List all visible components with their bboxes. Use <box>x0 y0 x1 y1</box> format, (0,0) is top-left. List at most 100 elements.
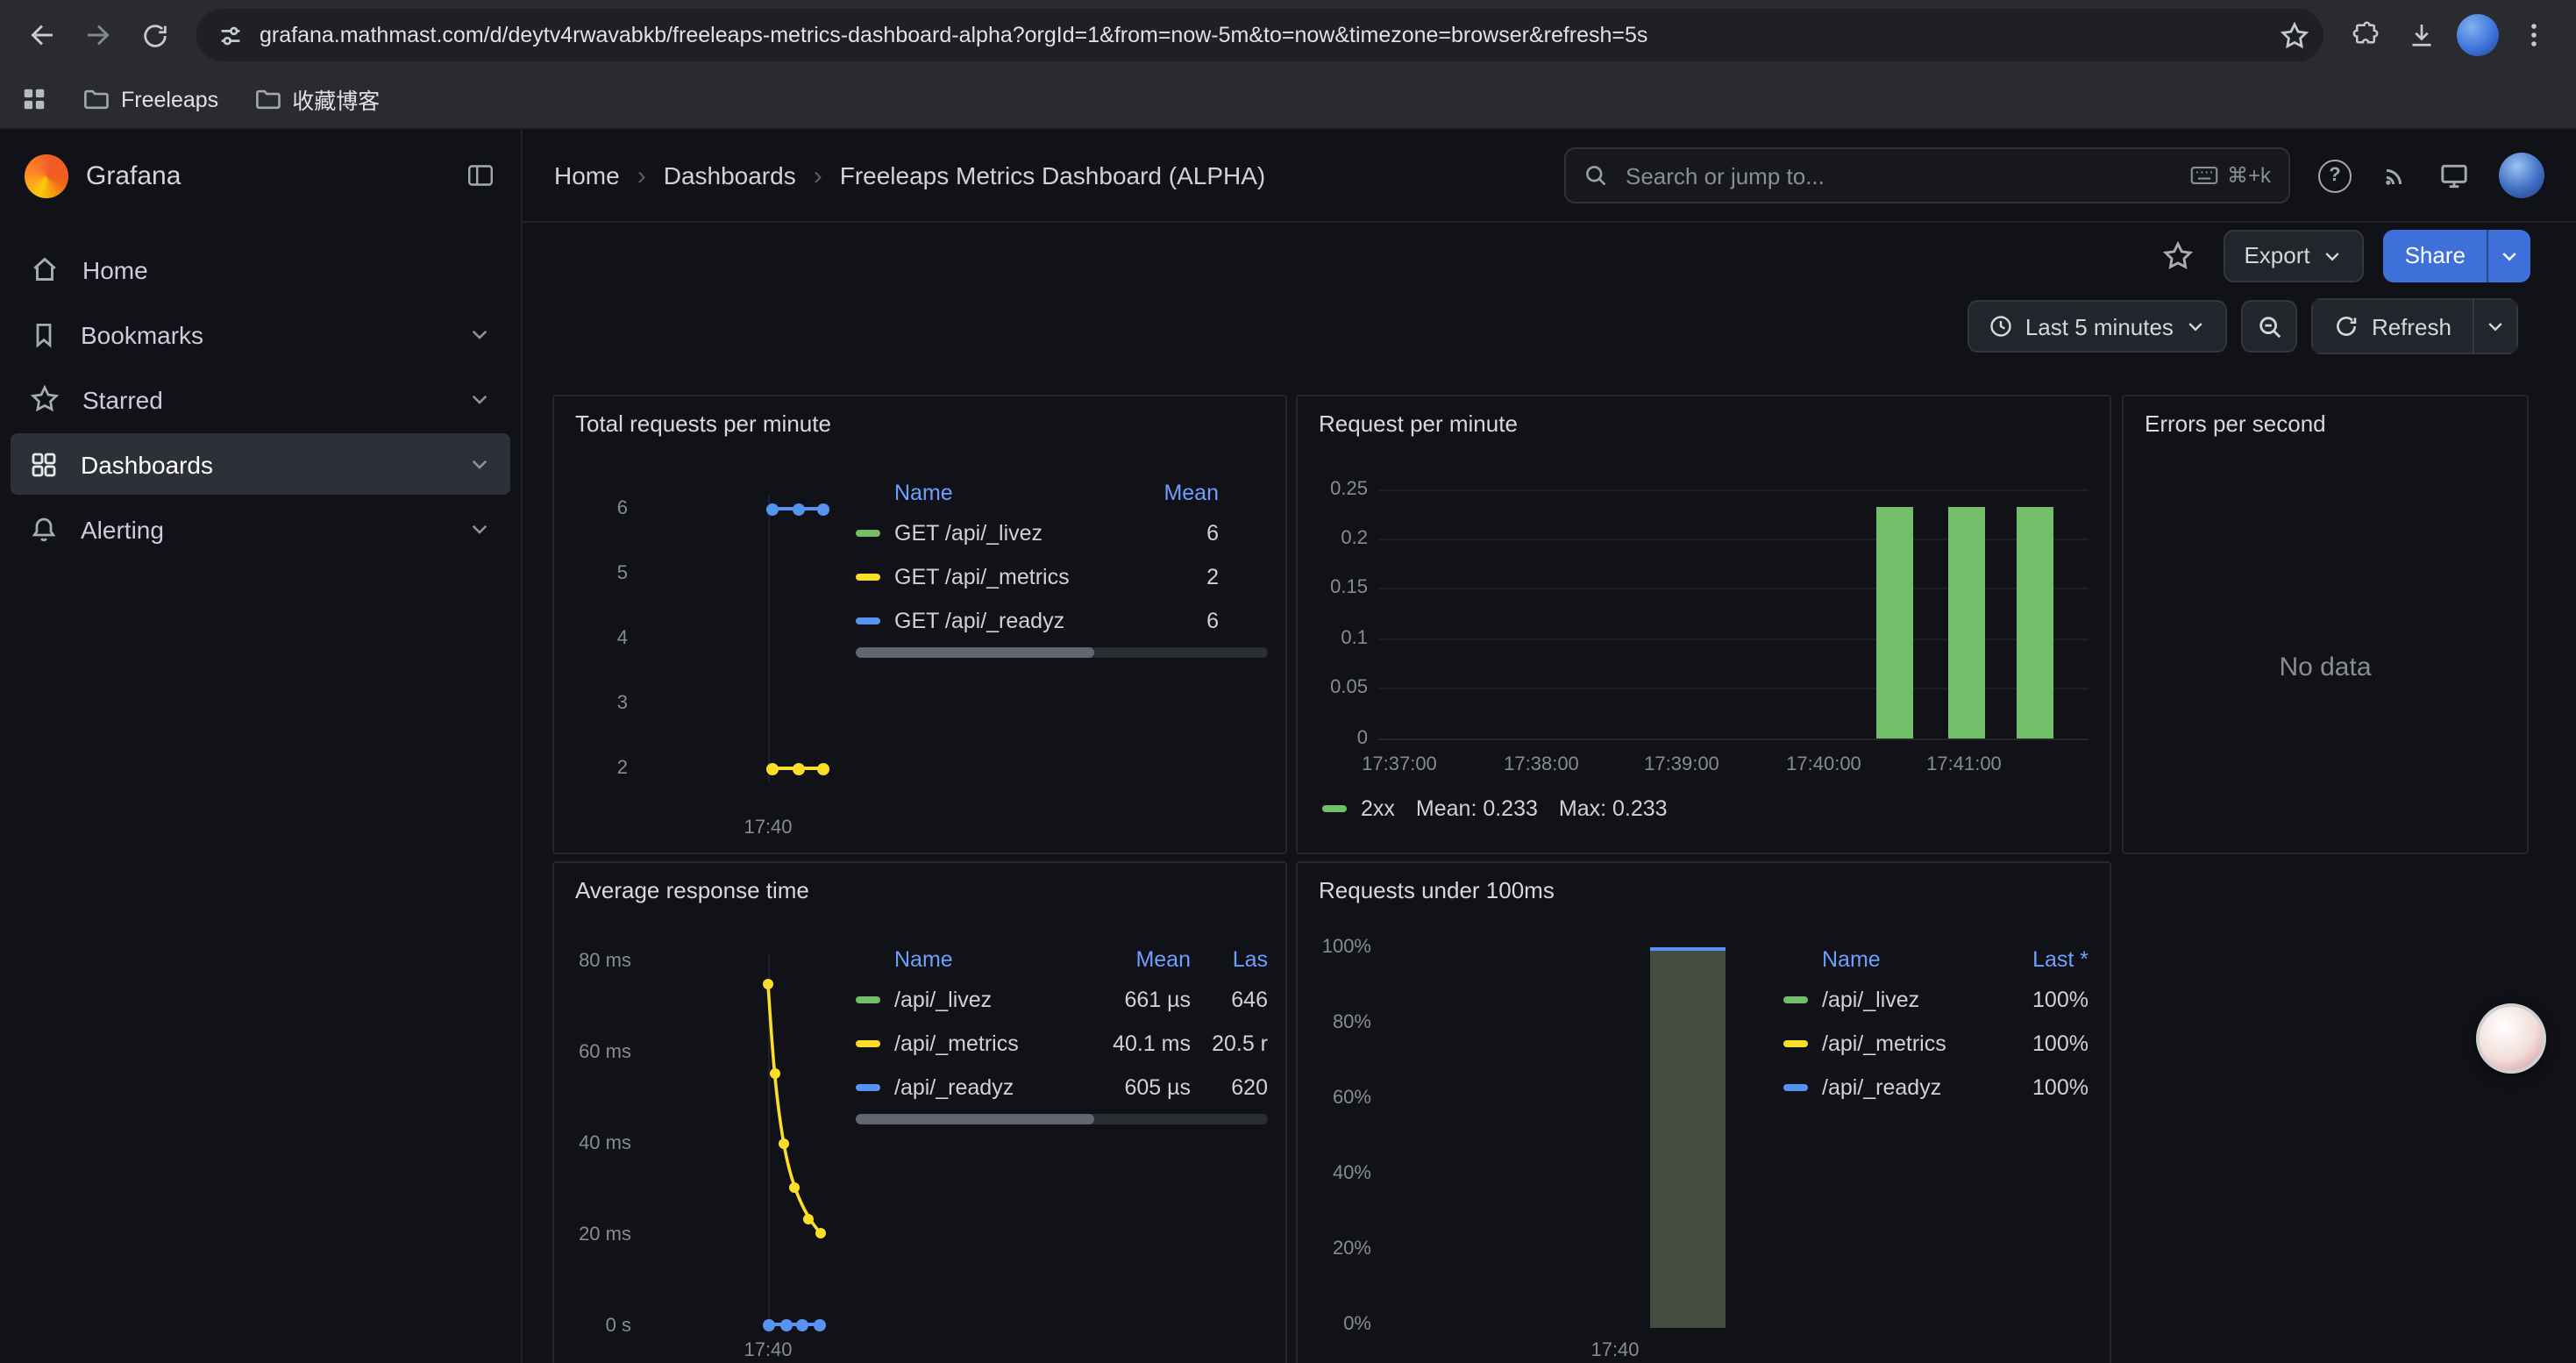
bar-2xx <box>2017 506 2053 739</box>
user-avatar[interactable] <box>2499 153 2544 198</box>
search-icon <box>1583 163 1608 188</box>
breadcrumb-home[interactable]: Home <box>554 161 620 189</box>
legend-header-name[interactable]: Name <box>1783 946 2001 971</box>
refresh-interval-button[interactable] <box>2474 298 2518 354</box>
panel-legend: 2xx Mean: 0.233 Max: 0.233 <box>1322 796 1668 821</box>
search-input[interactable] <box>1622 161 2176 190</box>
legend-header-last[interactable]: Last * <box>2001 946 2089 971</box>
series-readyz <box>763 1317 826 1331</box>
legend-row: /api/_metrics 100% <box>1783 1021 2089 1065</box>
series-color-dash <box>1783 995 1808 1003</box>
favorite-star-icon[interactable] <box>2151 229 2203 282</box>
y-tick: 40 ms <box>561 1133 631 1154</box>
series-color-dash <box>856 573 880 580</box>
series-name[interactable]: /api/_readyz <box>1822 1074 2001 1099</box>
y-tick: 2 <box>568 758 628 779</box>
news-icon[interactable] <box>2381 161 2409 189</box>
refresh-split-button: Refresh <box>2312 298 2518 354</box>
breadcrumb-dashboards[interactable]: Dashboards <box>664 161 796 189</box>
sidebar-item-home[interactable]: Home <box>11 239 510 300</box>
series-name[interactable]: GET /api/_livez <box>894 520 1107 545</box>
back-icon[interactable] <box>14 7 70 63</box>
sidebar-collapse-icon[interactable] <box>465 160 496 191</box>
share-menu-button[interactable] <box>2487 229 2530 282</box>
panel-legend: Name Last * /api/_livez 100% /api/_metri… <box>1783 940 2089 1109</box>
browser-profile-avatar[interactable] <box>2450 7 2506 63</box>
gridline <box>768 495 770 782</box>
url-bar[interactable]: grafana.mathmast.com/d/deytv4rwavabkb/fr… <box>196 9 2323 61</box>
panel-title[interactable]: Average response time <box>554 863 1285 916</box>
chevron-down-icon <box>2499 245 2520 266</box>
series-name[interactable]: /api/_metrics <box>894 1031 1078 1055</box>
legend-header-name[interactable]: Name <box>856 946 1078 971</box>
share-button[interactable]: Share <box>2384 229 2487 282</box>
bell-icon <box>30 515 58 543</box>
zoom-out-button[interactable] <box>2242 300 2298 353</box>
y-tick: 20% <box>1305 1238 1371 1260</box>
series-name[interactable]: GET /api/_metrics <box>894 564 1107 589</box>
panel-title[interactable]: Request per minute <box>1298 396 2110 449</box>
series-name[interactable]: /api/_livez <box>894 987 1078 1011</box>
panel-title[interactable]: Total requests per minute <box>554 396 1285 449</box>
series-color-dash <box>856 1083 880 1090</box>
sidebar-item-dashboards[interactable]: Dashboards <box>11 433 510 495</box>
series-name[interactable]: /api/_livez <box>1822 987 2001 1011</box>
series-name[interactable]: GET /api/_readyz <box>894 608 1107 632</box>
sidebar-item-alerting[interactable]: Alerting <box>11 498 510 560</box>
display-icon[interactable] <box>2439 161 2469 190</box>
bookmark-item[interactable]: 收藏博客 <box>253 82 380 116</box>
download-icon[interactable] <box>2394 7 2450 63</box>
panel-title[interactable]: Requests under 100ms <box>1298 863 2110 916</box>
x-tick: 17:40 <box>724 1340 812 1361</box>
y-tick: 80 ms <box>561 951 631 972</box>
series-name: 2xx <box>1361 796 1395 821</box>
export-button[interactable]: Export <box>2223 229 2364 282</box>
assistant-avatar[interactable] <box>2476 1003 2546 1074</box>
url-text: grafana.mathmast.com/d/deytv4rwavabkb/fr… <box>260 23 2264 47</box>
panel-requests-under-100ms: Requests under 100ms 100% 80% 60% 40% 20… <box>1296 861 2111 1363</box>
legend-header-name[interactable]: Name <box>856 480 1107 504</box>
sidebar-item-bookmarks[interactable]: Bookmarks <box>11 303 510 365</box>
panel-title[interactable]: Errors per second <box>2124 396 2527 449</box>
sidebar-nav: Home Bookmarks Starred <box>0 221 521 577</box>
legend-scrollbar[interactable] <box>856 1114 1268 1124</box>
home-icon <box>30 254 60 284</box>
series-name[interactable]: /api/_metrics <box>1822 1031 2001 1055</box>
profile-picture <box>2457 14 2499 56</box>
x-tick: 17:40 <box>724 817 812 838</box>
forward-icon[interactable] <box>70 7 126 63</box>
help-icon[interactable]: ? <box>2318 159 2352 192</box>
bar-100-percent <box>1650 947 1726 1328</box>
bookmark-item[interactable]: Freeleaps <box>82 86 218 112</box>
series-name[interactable]: /api/_readyz <box>894 1074 1078 1099</box>
series-color-dash <box>1322 805 1347 812</box>
search-box[interactable]: ⌘+k <box>1564 147 2290 203</box>
y-tick: 0 s <box>561 1316 631 1337</box>
series-mean: 605 µs <box>1078 1074 1191 1099</box>
series-last: 100% <box>2001 1074 2089 1099</box>
legend-header-mean[interactable]: Mean <box>1107 480 1219 504</box>
sidebar-item-starred[interactable]: Starred <box>11 368 510 430</box>
legend-scrollbar[interactable] <box>856 647 1268 658</box>
series-color-dash <box>1783 1039 1808 1046</box>
time-range-picker[interactable]: Last 5 minutes <box>1968 300 2228 353</box>
legend-header-mean[interactable]: Mean <box>1078 946 1191 971</box>
refresh-icon <box>2335 314 2359 339</box>
y-tick: 5 <box>568 563 628 584</box>
extensions-icon[interactable] <box>2338 7 2394 63</box>
legend-item[interactable]: 2xx <box>1322 796 1395 821</box>
refresh-button[interactable]: Refresh <box>2312 298 2474 354</box>
series-last: 100% <box>2001 987 2089 1011</box>
series-color-dash <box>856 529 880 536</box>
series-last: 20.5 r <box>1191 1031 1268 1055</box>
bar-2xx <box>1876 506 1913 739</box>
legend-header-last[interactable]: Las <box>1191 946 1268 971</box>
site-settings-icon[interactable] <box>217 22 244 48</box>
bookmark-star-icon[interactable] <box>2280 20 2309 50</box>
reload-icon[interactable] <box>126 7 182 63</box>
y-tick: 60% <box>1305 1088 1371 1109</box>
y-tick: 100% <box>1305 937 1371 958</box>
apps-grid-icon[interactable] <box>21 86 47 112</box>
grafana-logo[interactable] <box>25 153 68 197</box>
browser-menu-icon[interactable] <box>2506 7 2562 63</box>
